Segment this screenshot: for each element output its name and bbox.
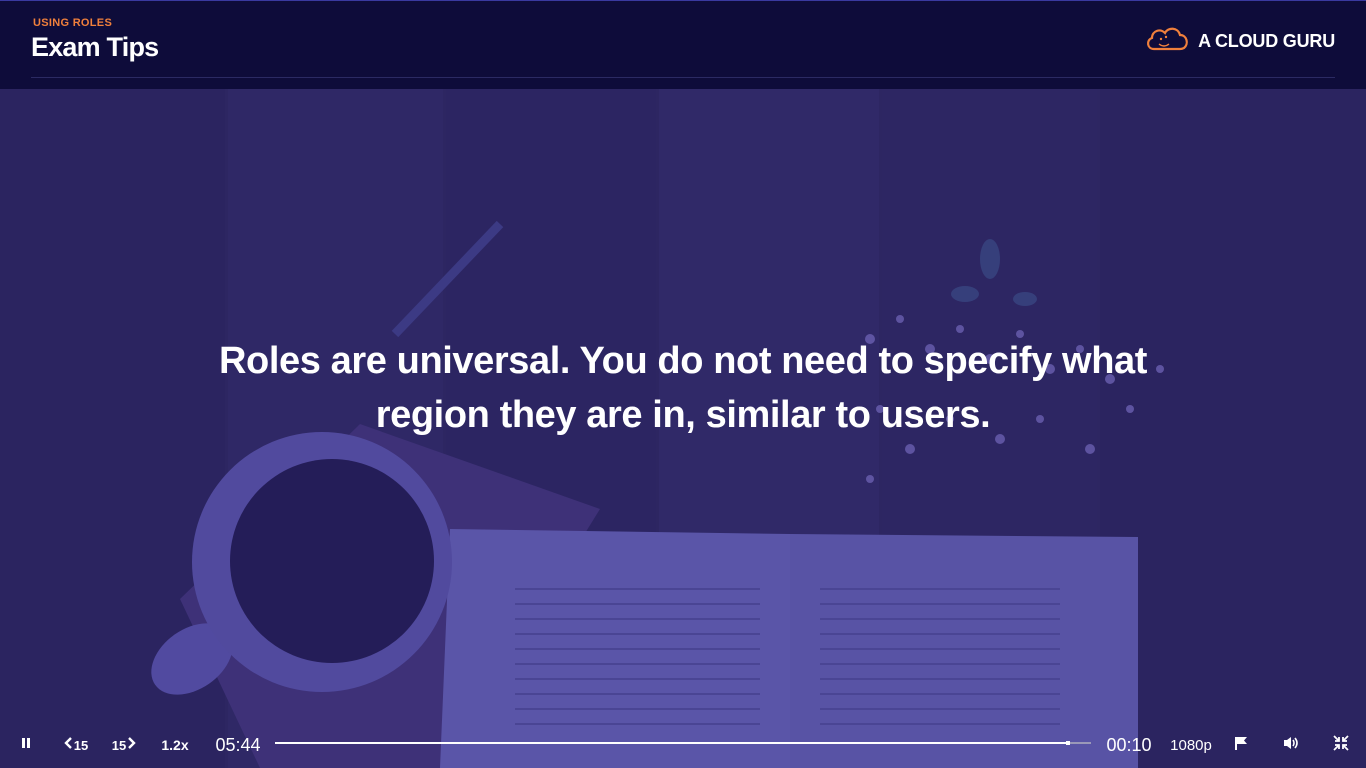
exit-fullscreen-button[interactable] — [1330, 734, 1352, 756]
header-divider — [31, 77, 1335, 78]
rewind-15-icon — [64, 736, 74, 754]
progress-bar[interactable] — [275, 741, 1091, 745]
lesson-header: USING ROLES Exam Tips A CLOUD GURU — [0, 0, 1366, 89]
pause-icon — [19, 736, 33, 754]
pause-button[interactable] — [15, 734, 37, 756]
flag-button[interactable] — [1230, 734, 1252, 756]
player-controls: 15 15 1.2x 05:44 00:10 1080p — [0, 722, 1366, 768]
brand-logo: A CLOUD GURU — [1144, 25, 1335, 58]
cloud-guru-logo-icon — [1144, 25, 1190, 58]
progress-handle[interactable] — [1066, 741, 1071, 745]
quality-button[interactable]: 1080p — [1168, 734, 1214, 756]
forward-15-icon — [126, 736, 136, 754]
section-label: USING ROLES — [33, 17, 113, 29]
forward-15-label: 15 — [111, 737, 127, 753]
rewind-15-label: 15 — [73, 737, 89, 753]
volume-button[interactable] — [1280, 734, 1302, 756]
video-frame[interactable]: Roles are universal. You do not need to … — [0, 89, 1366, 768]
exam-tip-text: Roles are universal. You do not need to … — [218, 340, 1147, 436]
rewind-15-button[interactable]: 15 — [62, 734, 90, 756]
playback-speed-button[interactable]: 1.2x — [158, 734, 192, 756]
remaining-time: 00:10 — [1106, 734, 1152, 755]
forward-15-button[interactable]: 15 — [110, 734, 138, 756]
elapsed-time: 05:44 — [215, 734, 261, 755]
brand-name: A CLOUD GURU — [1198, 31, 1335, 51]
flag-icon — [1233, 735, 1249, 755]
exit-fullscreen-icon — [1333, 735, 1349, 755]
progress-fill — [275, 742, 1069, 744]
volume-icon — [1282, 735, 1300, 755]
lesson-title: Exam Tips — [31, 32, 159, 62]
